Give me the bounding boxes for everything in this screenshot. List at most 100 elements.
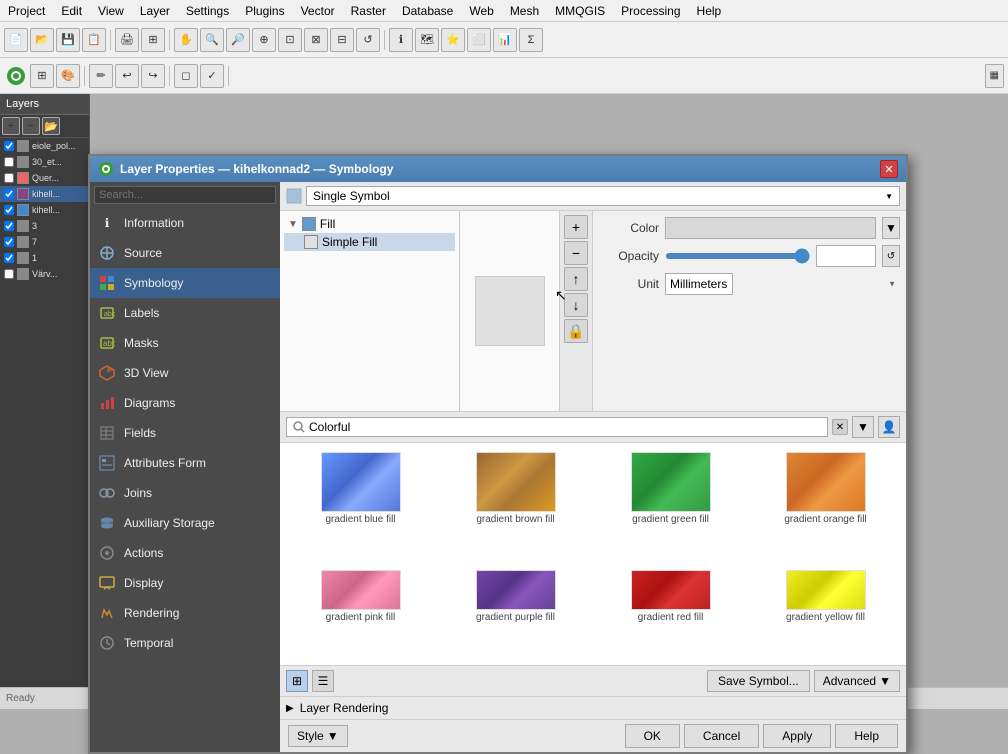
identify-btn[interactable]: ℹ xyxy=(389,28,413,52)
move-down-btn[interactable]: ↓ xyxy=(564,293,588,317)
symbol-cell-grad-blue[interactable]: gradient blue fill xyxy=(284,447,437,563)
opacity-slider[interactable] xyxy=(665,253,810,259)
style-btn2[interactable]: 🎨 xyxy=(56,64,80,88)
layer-visible-check[interactable] xyxy=(4,269,14,279)
open-project-btn[interactable]: 📂 xyxy=(30,28,54,52)
menu-database[interactable]: Database xyxy=(394,2,461,20)
symbol-type-select-wrap[interactable]: Single Symbol ▼ xyxy=(306,186,900,206)
open-layer-btn[interactable]: 📂 xyxy=(42,117,60,135)
layer-visible-check[interactable] xyxy=(4,141,14,151)
symbol-cell-grad-red[interactable]: gradient red fill xyxy=(594,565,747,661)
sidebar-item-information[interactable]: ℹ Information xyxy=(90,208,280,238)
symbol-cell-grad-yellow[interactable]: gradient yellow fill xyxy=(749,565,902,661)
layer-item[interactable]: eiole_pol... xyxy=(0,138,89,154)
edit-btn[interactable]: ✏ xyxy=(89,64,113,88)
redo-btn[interactable]: ↪ xyxy=(141,64,165,88)
sidebar-item-actions[interactable]: Actions xyxy=(90,538,280,568)
save-symbol-btn[interactable]: Save Symbol... xyxy=(707,670,810,692)
layer-item[interactable]: 7 xyxy=(0,234,89,250)
color-swatch[interactable] xyxy=(665,217,876,239)
ok-btn[interactable]: OK xyxy=(625,724,680,748)
layer-item[interactable]: Värv... xyxy=(0,266,89,282)
sidebar-search-input[interactable] xyxy=(94,186,276,204)
refresh-btn[interactable]: ↺ xyxy=(356,28,380,52)
sidebar-item-fields[interactable]: Fields xyxy=(90,418,280,448)
compose-btn[interactable]: ⊞ xyxy=(141,28,165,52)
add-symbol-layer-btn[interactable]: + xyxy=(564,215,588,239)
search-add-btn[interactable]: 👤 xyxy=(878,416,900,438)
opacity-reset-btn[interactable]: ↺ xyxy=(882,245,900,267)
menu-processing[interactable]: Processing xyxy=(613,2,688,20)
add-layer-btn[interactable]: + xyxy=(2,117,20,135)
select-btn[interactable]: ⭐ xyxy=(441,28,465,52)
opacity-value-input[interactable]: 100,0 % xyxy=(816,245,876,267)
menu-web[interactable]: Web xyxy=(461,2,501,20)
menu-edit[interactable]: Edit xyxy=(53,2,90,20)
layer-visible-check[interactable] xyxy=(4,157,14,167)
pan-select-btn[interactable]: ⊟ xyxy=(330,28,354,52)
symbol-search-input[interactable] xyxy=(309,420,821,434)
layer-visible-check[interactable] xyxy=(4,237,14,247)
help-btn[interactable]: Help xyxy=(835,724,898,748)
print-btn[interactable]: 🖨 xyxy=(115,28,139,52)
sidebar-item-rendering[interactable]: Rendering xyxy=(90,598,280,628)
dialog-close-btn[interactable]: ✕ xyxy=(880,160,898,178)
zoom-in-btn[interactable]: 🔍 xyxy=(200,28,224,52)
layer-visible-check[interactable] xyxy=(4,173,14,183)
layer-visible-check[interactable] xyxy=(4,205,14,215)
layer-item[interactable]: 1 xyxy=(0,250,89,266)
menu-raster[interactable]: Raster xyxy=(343,2,394,20)
color-dropdown-btn[interactable]: ▼ xyxy=(882,217,900,239)
remove-layer-btn[interactable]: − xyxy=(22,117,40,135)
grid-view-btn[interactable]: ⊞ xyxy=(286,670,308,692)
select2-btn[interactable]: ◻ xyxy=(174,64,198,88)
sidebar-item-display[interactable]: Display xyxy=(90,568,280,598)
layer-item[interactable]: kihell... xyxy=(0,202,89,218)
sidebar-item-labels[interactable]: abc Labels xyxy=(90,298,280,328)
zoom-out-btn[interactable]: 🔎 xyxy=(226,28,250,52)
menu-vector[interactable]: Vector xyxy=(293,2,343,20)
menu-layer[interactable]: Layer xyxy=(132,2,178,20)
symbol-cell-grad-purple[interactable]: gradient purple fill xyxy=(439,565,592,661)
layer-visible-check[interactable] xyxy=(4,189,14,199)
menu-settings[interactable]: Settings xyxy=(178,2,237,20)
menu-view[interactable]: View xyxy=(90,2,132,20)
symbol-cell-grad-green[interactable]: gradient green fill xyxy=(594,447,747,563)
layer-item[interactable]: 3 xyxy=(0,218,89,234)
move-up-btn[interactable]: ↑ xyxy=(564,267,588,291)
undo-btn[interactable]: ↩ xyxy=(115,64,139,88)
sidebar-item-diagrams[interactable]: Diagrams xyxy=(90,388,280,418)
apply-btn[interactable]: Apply xyxy=(763,724,831,748)
sidebar-item-source[interactable]: Source xyxy=(90,238,280,268)
menu-help[interactable]: Help xyxy=(689,2,730,20)
symbol-cell-grad-orange[interactable]: gradient orange fill xyxy=(749,447,902,563)
lock-btn[interactable]: 🔒 xyxy=(564,319,588,343)
pan-btn[interactable]: ✋ xyxy=(174,28,198,52)
fill-tree-item[interactable]: ▼ Fill xyxy=(284,215,455,233)
deselect-btn[interactable]: ⬜ xyxy=(467,28,491,52)
layer-rendering-row[interactable]: ▶ Layer Rendering xyxy=(280,696,906,719)
layer-item[interactable]: 30_et... xyxy=(0,154,89,170)
zoom-full-btn[interactable]: ⊕ xyxy=(252,28,276,52)
save-project-btn[interactable]: 💾 xyxy=(56,28,80,52)
save-as-btn[interactable]: 📋 xyxy=(82,28,106,52)
zoom-layer-btn[interactable]: ⊡ xyxy=(278,28,302,52)
sidebar-item-masks[interactable]: abc Masks xyxy=(90,328,280,358)
remove-symbol-layer-btn[interactable]: − xyxy=(564,241,588,265)
open-table-btn[interactable]: 📊 xyxy=(493,28,517,52)
sidebar-item-auxiliary-storage[interactable]: Auxiliary Storage xyxy=(90,508,280,538)
sidebar-item-temporal[interactable]: Temporal xyxy=(90,628,280,658)
sidebar-item-3dview[interactable]: 3D View xyxy=(90,358,280,388)
layer-item[interactable]: Quer... xyxy=(0,170,89,186)
layer-visible-check[interactable] xyxy=(4,221,14,231)
menu-plugins[interactable]: Plugins xyxy=(237,2,292,20)
list-view-btn[interactable]: ☰ xyxy=(312,670,334,692)
sidebar-item-symbology[interactable]: Symbology xyxy=(90,268,280,298)
map-tips-btn[interactable]: 🗺 xyxy=(415,28,439,52)
new-project-btn[interactable]: 📄 xyxy=(4,28,28,52)
menu-mesh[interactable]: Mesh xyxy=(502,2,547,20)
symbol-cell-grad-pink[interactable]: gradient pink fill xyxy=(284,565,437,661)
sidebar-item-attributes-form[interactable]: Attributes Form xyxy=(90,448,280,478)
stats-btn[interactable]: Σ xyxy=(519,28,543,52)
unit-select[interactable]: Millimeters xyxy=(665,273,733,295)
